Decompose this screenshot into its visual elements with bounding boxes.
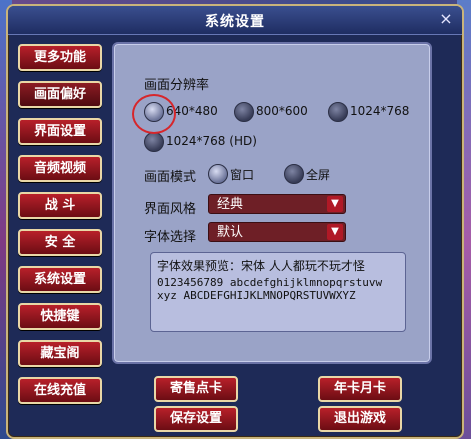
radio-1024x768[interactable] xyxy=(328,102,348,122)
close-icon[interactable]: × xyxy=(438,11,454,27)
window-title: 系统设置 xyxy=(205,14,265,30)
chevron-down-icon[interactable]: ▼ xyxy=(327,196,343,212)
radio-1024x768-hd-label: 1024*768 (HD) xyxy=(166,134,257,148)
sidebar-item-system-settings[interactable]: 系统设置 xyxy=(18,266,102,293)
settings-panel: 画面分辨率 640*480 800*600 1024*768 1024*768 … xyxy=(112,42,432,364)
radio-640x480-label: 640*480 xyxy=(166,104,218,118)
sell-card-button[interactable]: 寄售点卡 xyxy=(154,376,238,402)
sidebar: 更多功能 画面偏好 界面设置 音频视频 战 斗 安 全 系统设置 快捷键 藏宝阁… xyxy=(18,44,102,414)
font-select-value: 默认 xyxy=(217,225,244,240)
settings-window: 系统设置 × 更多功能 画面偏好 界面设置 音频视频 战 斗 安 全 系统设置 … xyxy=(6,4,464,439)
radio-1024x768-hd[interactable] xyxy=(144,132,164,152)
sidebar-item-online-recharge[interactable]: 在线充值 xyxy=(18,377,102,404)
radio-800x600-label: 800*600 xyxy=(256,104,308,118)
radio-windowed[interactable] xyxy=(208,164,228,184)
ui-style-value: 经典 xyxy=(217,197,244,212)
year-month-card-button[interactable]: 年卡月卡 xyxy=(318,376,402,402)
sidebar-item-security[interactable]: 安 全 xyxy=(18,229,102,256)
ui-style-select[interactable]: 经典 ▼ xyxy=(208,194,346,214)
font-preview-box: 字体效果预览：宋体 人人都玩不玩才怪 0123456789 abcdefghij… xyxy=(150,252,406,332)
sidebar-item-ui-settings[interactable]: 界面设置 xyxy=(18,118,102,145)
chevron-down-icon[interactable]: ▼ xyxy=(327,224,343,240)
display-mode-label: 画面模式 xyxy=(144,170,197,185)
font-preview-line-1: 字体效果预览：宋体 人人都玩不玩才怪 xyxy=(157,259,365,273)
radio-fullscreen[interactable] xyxy=(284,164,304,184)
sidebar-item-combat[interactable]: 战 斗 xyxy=(18,192,102,219)
sidebar-item-treasure-pavilion[interactable]: 藏宝阁 xyxy=(18,340,102,367)
sidebar-item-audio-video[interactable]: 音频视频 xyxy=(18,155,102,182)
sidebar-item-display-preferences[interactable]: 画面偏好 xyxy=(18,81,102,108)
radio-windowed-label: 窗口 xyxy=(230,168,255,182)
radio-640x480[interactable] xyxy=(144,102,164,122)
window-titlebar: 系统设置 × xyxy=(8,6,462,35)
font-select-label: 字体选择 xyxy=(144,230,197,245)
ui-style-label: 界面风格 xyxy=(144,202,197,217)
font-preview-line-3: xyz ABCDEFGHIJKLMNOPQRSTUVWXYZ xyxy=(157,289,356,302)
radio-1024x768-label: 1024*768 xyxy=(350,104,410,118)
exit-game-button[interactable]: 退出游戏 xyxy=(318,406,402,432)
font-select[interactable]: 默认 ▼ xyxy=(208,222,346,242)
sidebar-item-more-functions[interactable]: 更多功能 xyxy=(18,44,102,71)
font-preview-line-2: 0123456789 abcdefghijklmnopqrstuvw xyxy=(157,276,383,289)
resolution-label: 画面分辨率 xyxy=(144,78,210,93)
radio-fullscreen-label: 全屏 xyxy=(306,168,331,182)
radio-800x600[interactable] xyxy=(234,102,254,122)
sidebar-item-hotkeys[interactable]: 快捷键 xyxy=(18,303,102,330)
save-settings-button[interactable]: 保存设置 xyxy=(154,406,238,432)
